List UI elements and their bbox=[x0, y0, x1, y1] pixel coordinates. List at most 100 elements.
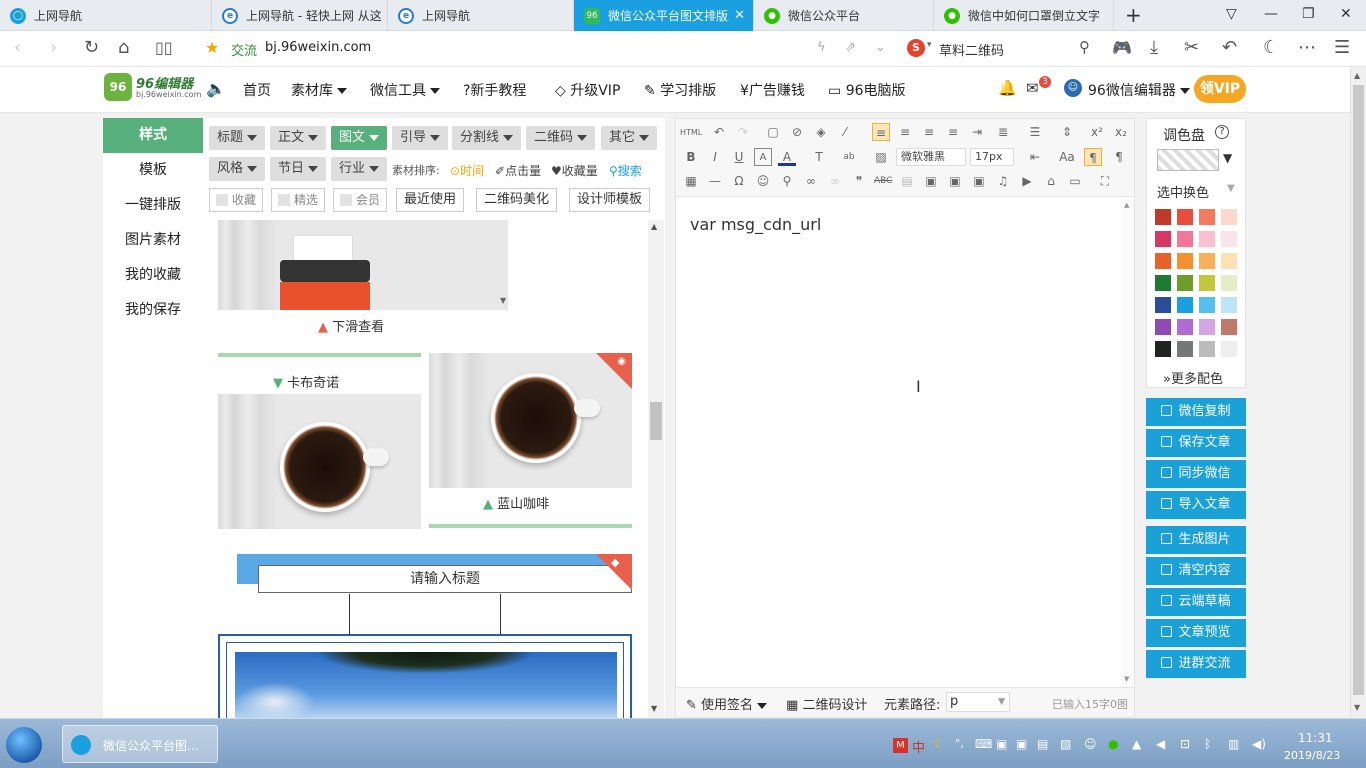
close-icon[interactable]: ✕ bbox=[734, 8, 745, 23]
checkbox-icon[interactable] bbox=[216, 194, 228, 206]
left-menu-images[interactable]: 图片素材 bbox=[103, 223, 203, 258]
font-size-select[interactable]: 17px bbox=[970, 148, 1014, 166]
left-menu-one-click[interactable]: 一键排版 bbox=[103, 188, 203, 223]
page-scrollbar[interactable]: ▲ ▼ bbox=[1350, 67, 1366, 718]
editor-content[interactable]: var msg_cdn_url bbox=[690, 215, 821, 234]
color-swatch[interactable] bbox=[1199, 341, 1215, 357]
night-mode-icon[interactable]: ☾ bbox=[1263, 38, 1279, 58]
nav-desktop[interactable]: ▭ 96电脑版 bbox=[828, 80, 906, 100]
nav-tutorial[interactable]: ?新手教程 bbox=[463, 80, 526, 100]
category-guide[interactable]: 引导 bbox=[392, 126, 449, 150]
volume-icon[interactable]: ◀) bbox=[1252, 737, 1266, 751]
minimize-icon[interactable]: — bbox=[1264, 6, 1278, 22]
mail-icon[interactable]: ✉ bbox=[1026, 79, 1039, 97]
gallery-icon[interactable]: ▣ bbox=[970, 172, 988, 190]
scroll-down-icon[interactable]: ▼ bbox=[1354, 703, 1360, 712]
undo-icon[interactable]: ↶ bbox=[710, 123, 728, 141]
color-swatch[interactable] bbox=[1177, 319, 1193, 335]
logo-icon[interactable]: 96 bbox=[104, 73, 132, 101]
tray-icon[interactable]: ▲ bbox=[1132, 737, 1141, 751]
scroll-thumb[interactable] bbox=[650, 402, 662, 440]
spacing-icon[interactable]: ⇕ bbox=[1058, 123, 1076, 141]
text-format-icon[interactable]: T bbox=[810, 148, 828, 166]
indent-icon[interactable]: ⇥ bbox=[968, 123, 986, 141]
ime-indicator[interactable]: 中 bbox=[912, 737, 925, 756]
subscript-icon[interactable]: x₂ bbox=[1112, 123, 1130, 141]
left-menu-styles[interactable]: 样式 bbox=[103, 118, 203, 153]
html-source-button[interactable]: HTML bbox=[680, 124, 702, 142]
checkbox-icon[interactable] bbox=[278, 194, 290, 206]
color-swatch[interactable] bbox=[1155, 297, 1171, 313]
color-swatch[interactable] bbox=[1155, 319, 1171, 335]
bold-icon[interactable]: B bbox=[682, 148, 700, 166]
color-swatch[interactable] bbox=[1199, 297, 1215, 313]
new-tab-button[interactable]: + bbox=[1125, 3, 1142, 27]
sync-wechat-button[interactable]: 同步微信 bbox=[1146, 460, 1246, 488]
bell-icon[interactable]: 🔔 bbox=[998, 79, 1017, 97]
image-icon[interactable]: ▨ bbox=[872, 148, 890, 166]
more-colors-button[interactable]: »更多配色 bbox=[1163, 368, 1223, 387]
tab-wechat[interactable]: ● 微信公众平台 bbox=[754, 0, 934, 31]
tray-icon[interactable]: ☺ bbox=[1084, 737, 1097, 751]
qrcode-design-button[interactable]: ▦ 二维码设计 bbox=[786, 694, 867, 713]
tab-wechat-2[interactable]: ● 微信中如何口罩倒立文字 bbox=[934, 0, 1114, 31]
tray-icon[interactable]: ▤ bbox=[1037, 737, 1048, 751]
nav-materials[interactable]: 素材库 bbox=[291, 80, 347, 100]
nav-wechat-tools[interactable]: 微信工具 bbox=[370, 80, 440, 100]
join-group-button[interactable]: 进群交流 bbox=[1146, 650, 1246, 678]
restore-icon[interactable]: ❐ bbox=[1302, 6, 1315, 22]
generate-image-button[interactable]: 生成图片 bbox=[1146, 526, 1246, 554]
checkbox-icon[interactable] bbox=[340, 194, 352, 206]
align-center-icon[interactable]: ≡ bbox=[896, 123, 914, 141]
punct-icon[interactable]: °, bbox=[955, 737, 964, 750]
scroll-down-icon[interactable]: ▼ bbox=[500, 296, 506, 305]
color-swatch[interactable] bbox=[1221, 341, 1237, 357]
wechat-tray-icon[interactable]: ● bbox=[1108, 737, 1118, 751]
filter-favorites[interactable]: 收藏 bbox=[209, 188, 264, 212]
material-list[interactable]: ▼ ▲ 下滑查看 ▼ 卡布奇诺 ◉ ▲ 蓝山咖啡 请输入标题 ◆ bbox=[203, 220, 663, 718]
help-icon[interactable]: ? bbox=[1215, 125, 1229, 139]
link-icon[interactable]: ∞ bbox=[802, 172, 820, 190]
user-menu[interactable]: 96微信编辑器 bbox=[1088, 80, 1190, 100]
left-menu-templates[interactable]: 模板 bbox=[103, 153, 203, 188]
current-color-swatch[interactable] bbox=[1157, 149, 1219, 171]
usb-icon[interactable]: ⊡ bbox=[1180, 737, 1190, 751]
refresh-icon[interactable]: ↻ bbox=[84, 38, 99, 58]
indent-decrease-icon[interactable]: ⇤ bbox=[1026, 148, 1044, 166]
color-swatch[interactable] bbox=[1221, 275, 1237, 291]
search-box[interactable]: S ▾ 草料二维码 ⚲ bbox=[905, 36, 1097, 62]
horizontal-rule-icon[interactable]: — bbox=[706, 172, 724, 190]
gamepad-icon[interactable]: 🎮 bbox=[1112, 38, 1132, 58]
color-swatch[interactable] bbox=[1221, 253, 1237, 269]
avatar[interactable]: ☺ bbox=[1064, 79, 1082, 97]
rtl-icon[interactable]: ¶ bbox=[1110, 148, 1128, 166]
color-swatch[interactable] bbox=[1155, 341, 1171, 357]
color-swatch[interactable] bbox=[1199, 253, 1215, 269]
video-icon[interactable]: ▶ bbox=[1018, 172, 1036, 190]
designer-template-button[interactable]: 设计师模板 bbox=[569, 188, 651, 212]
clock-date[interactable]: 2019/8/23 bbox=[1284, 749, 1340, 762]
network-icon[interactable]: ▥ bbox=[1228, 737, 1239, 751]
format-clear-icon[interactable]: ⊘ bbox=[788, 123, 806, 141]
sort-favorites[interactable]: ♥收藏量 bbox=[551, 162, 598, 179]
font-color-icon[interactable]: A bbox=[778, 148, 796, 166]
category-title[interactable]: 标题 bbox=[209, 126, 266, 150]
forward-icon[interactable]: › bbox=[50, 38, 57, 58]
search-engine-icon[interactable]: S bbox=[907, 39, 925, 57]
category-industry[interactable]: 行业 bbox=[331, 157, 388, 181]
color-swatch[interactable] bbox=[1199, 231, 1215, 247]
share-icon[interactable]: ⇗ bbox=[845, 40, 856, 55]
color-swatch[interactable] bbox=[1221, 319, 1237, 335]
left-menu-favorites[interactable]: 我的收藏 bbox=[103, 258, 203, 293]
photo-frame[interactable] bbox=[218, 634, 632, 718]
tab-96editor[interactable]: 96 微信公众平台图文排版工 ✕ bbox=[574, 0, 754, 31]
tab-nav-3[interactable]: e 上网导航 bbox=[388, 0, 574, 31]
chevron-down-icon[interactable]: ▼ bbox=[1223, 151, 1232, 165]
clock-time[interactable]: 11:31 bbox=[1298, 731, 1333, 745]
qrcode-beautify-button[interactable]: 二维码美化 bbox=[476, 188, 558, 212]
close-window-icon[interactable]: ✕ bbox=[1340, 6, 1352, 22]
emoji-icon[interactable]: ☺ bbox=[754, 172, 772, 190]
color-swatch[interactable] bbox=[1155, 253, 1171, 269]
scroll-up-icon[interactable]: ▲ bbox=[1354, 71, 1360, 80]
align-justify-icon[interactable]: ≡ bbox=[944, 123, 962, 141]
